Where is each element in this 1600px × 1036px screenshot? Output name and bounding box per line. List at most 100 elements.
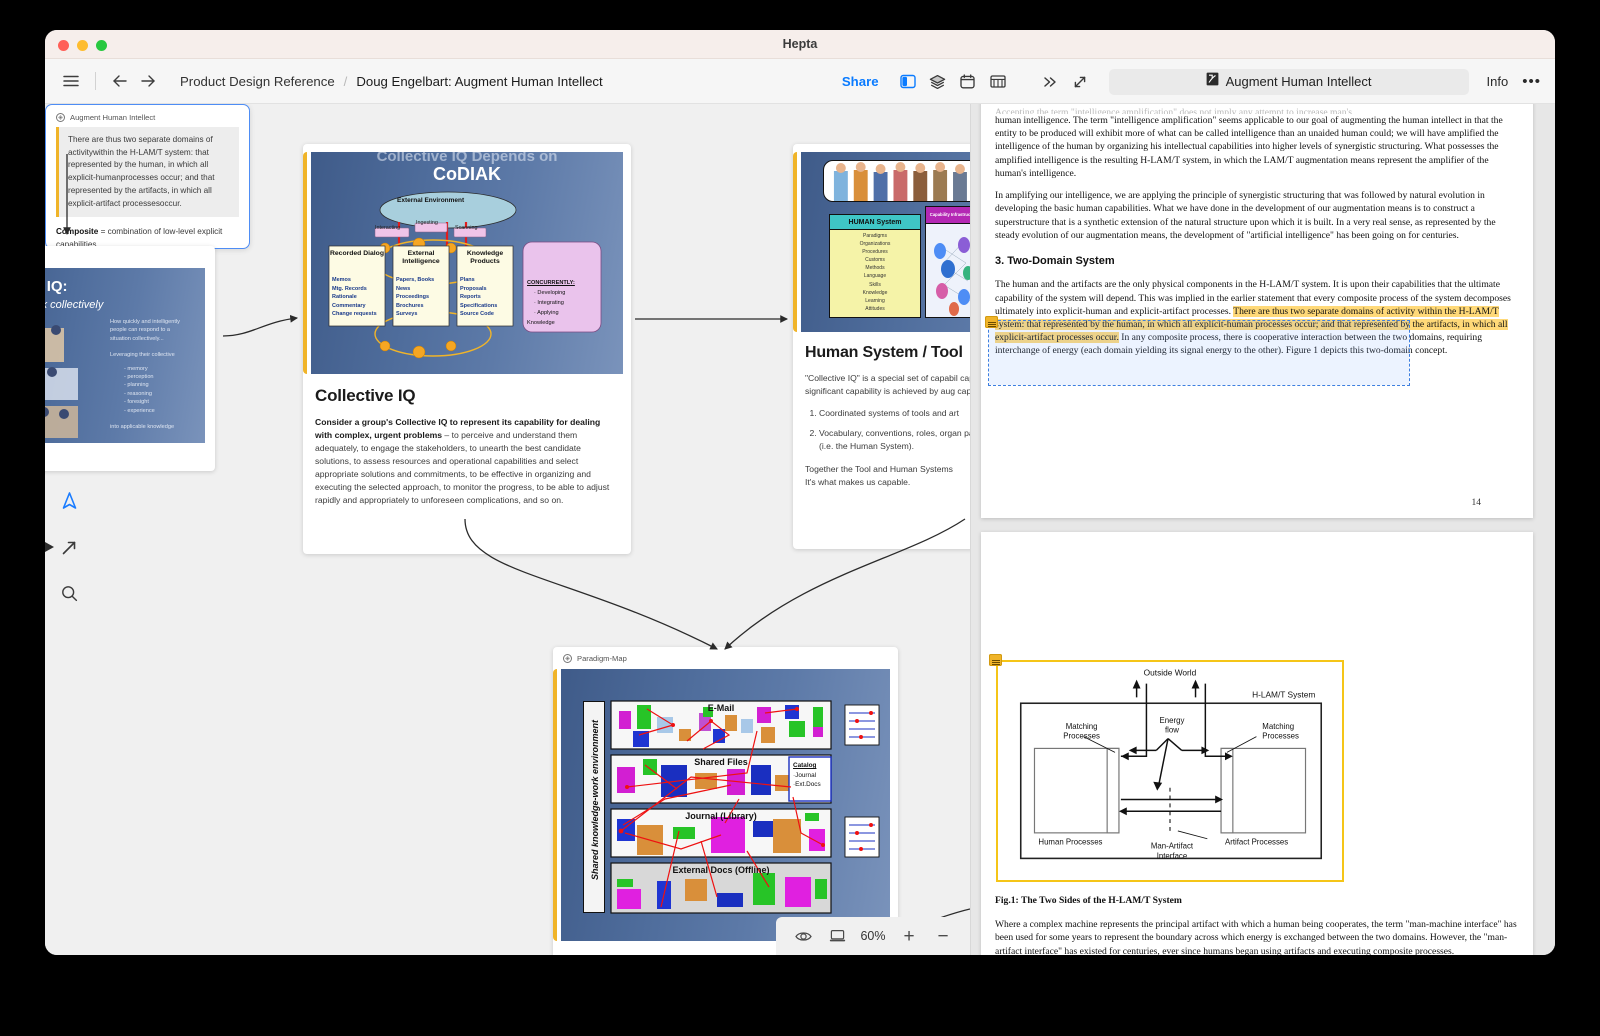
breadcrumb: Product Design Reference / Doug Engelbar… — [180, 74, 603, 89]
canvas-pane[interactable]: ective IQ: ople work collectively — [45, 104, 970, 955]
hepta-icon: ◈ — [56, 113, 65, 122]
svg-text:Matching: Matching — [1066, 722, 1098, 731]
breadcrumb-current[interactable]: Doug Engelbart: Augment Human Intellect — [356, 74, 602, 89]
codiak-col2-items: Papers, BooksNews ProceedingsBrochures S… — [396, 276, 434, 319]
codiak-col2-head: External Intelligence — [393, 250, 449, 266]
canvas-zoom-bar[interactable]: 60% + − — [776, 917, 970, 955]
library-icon[interactable] — [983, 69, 1013, 95]
slide-codiak: Collective IQ Depends on CoDIAK — [311, 152, 623, 374]
arrow-tool[interactable] — [57, 535, 81, 559]
sidebar-panel-icon[interactable] — [893, 69, 923, 95]
zoom-out-button[interactable]: − — [926, 921, 960, 951]
human-system-items: ParadigmsOrganizations ProceduresCustoms… — [829, 232, 921, 313]
svg-text:Artifact Processes: Artifact Processes — [1225, 838, 1288, 847]
pdf-heading: 3. Two-Domain System — [995, 254, 1519, 269]
capability-infrastructure-head: Capability Infrastructure — [925, 206, 970, 224]
fullscreen-icon[interactable] — [1065, 69, 1095, 95]
list-item: Coordinated systems of tools and art — [819, 407, 970, 420]
codiak-side-panel: CONCURRENTLY: · Developing · Integrating… — [527, 278, 575, 328]
more-options-button[interactable]: ••• — [1522, 73, 1541, 90]
share-button[interactable]: Share — [842, 74, 879, 89]
eye-icon[interactable] — [786, 921, 820, 951]
chevron-double-right-icon[interactable] — [1035, 69, 1065, 95]
codiak-flow-ingesting: Ingesting — [416, 220, 438, 226]
note-header: ◈ Augment Human Intellect — [46, 105, 249, 127]
figure-frame[interactable]: Outside World H-LAM/T System Energy flow… — [996, 660, 1344, 882]
svg-text:Processes: Processes — [1063, 732, 1100, 741]
zoom-in-button[interactable]: + — [892, 921, 926, 951]
canvas-tool-palette[interactable] — [57, 489, 81, 605]
annotation-flag-icon[interactable] — [985, 316, 998, 328]
slide-title: ective IQ: — [45, 278, 68, 295]
note-definition-term: Composite — [56, 227, 98, 236]
card-accent-bar — [303, 152, 307, 374]
hamburger-icon[interactable] — [57, 68, 85, 94]
note-quote: There are thus two separate domains of a… — [56, 127, 239, 217]
canvas-surface[interactable]: ective IQ: ople work collectively — [45, 104, 970, 955]
catalog-box: Catalog ·Journal ·Ext.Docs — [793, 761, 829, 790]
arrow-right-icon[interactable] — [134, 68, 162, 94]
card-accent-bar — [793, 152, 797, 332]
hepta-icon: ◈ — [563, 654, 572, 663]
slide-body: How quickly and intelligently people can… — [110, 318, 205, 431]
canvas-card-annotation-note[interactable]: ◈ Augment Human Intellect There are thus… — [45, 104, 250, 249]
pdf-icon — [1206, 72, 1219, 91]
card-accent-bar — [553, 669, 557, 941]
present-icon[interactable] — [820, 921, 854, 951]
canvas-card-human-tool-system[interactable]: HUMAN System ParadigmsOrganizations Proc… — [793, 144, 970, 549]
layers-icon[interactable] — [923, 69, 953, 95]
annotation-flag-icon[interactable] — [989, 654, 1002, 666]
zoom-level[interactable]: 60% — [854, 929, 892, 943]
arrow-left-icon[interactable] — [106, 68, 134, 94]
pdf-pane[interactable]: Accepting the term "intelligence amplifi… — [970, 104, 1555, 955]
band-label-journal: Journal (Library) — [611, 811, 831, 821]
human-tool-para2: Together the Tool and Human Systems — [805, 463, 970, 476]
svg-text:Energy: Energy — [1160, 716, 1185, 725]
card-title-collective-iq: Collective IQ — [315, 386, 415, 406]
card-body-rest: – to perceive and understand them adequa… — [315, 430, 609, 505]
human-tool-list: Coordinated systems of tools and art Voc… — [819, 407, 970, 453]
human-system-head: HUMAN System — [829, 214, 921, 230]
pdf-paragraph: In amplifying our intelligence, we are a… — [995, 189, 1519, 242]
card-body-collective-iq: Consider a group's Collective IQ to repr… — [315, 416, 619, 507]
svg-text:Man-Artifact: Man-Artifact — [1151, 842, 1194, 851]
svg-text:flow: flow — [1165, 726, 1179, 735]
pdf-page-number: 14 — [1472, 498, 1482, 508]
breadcrumb-separator: / — [344, 74, 348, 89]
band-label-email: E-Mail — [611, 703, 831, 713]
cursor-tool[interactable] — [57, 489, 81, 513]
human-tool-para1: "Collective IQ" is a special set of capa… — [805, 372, 970, 398]
canvas-card-paradigm-map[interactable]: ◈ Paradigm-Map Shared knowledge-work env… — [553, 647, 898, 955]
title-bar: Hepta — [45, 30, 1555, 59]
hlamt-figure: Outside World H-LAM/T System Energy flow… — [998, 662, 1342, 880]
capability-infrastructure-box — [925, 214, 970, 318]
breadcrumb-parent[interactable]: Product Design Reference — [180, 74, 335, 89]
canvas-card-collective-iq[interactable]: Collective IQ Depends on CoDIAK — [303, 144, 631, 554]
pdf-page-2[interactable]: Outside World H-LAM/T System Energy flow… — [981, 532, 1533, 955]
codiak-col3-head: Knowledge Products — [457, 250, 513, 266]
codiak-flow-interacting: Interacting — [375, 225, 400, 231]
codiak-cloud-label: External Environment — [397, 197, 464, 204]
slide-subtitle: ople work collectively — [45, 299, 103, 311]
svg-text:Outside World: Outside World — [1144, 668, 1197, 678]
codiak-flow-scanning: Scanning — [455, 225, 477, 231]
svg-text:Matching: Matching — [1262, 722, 1294, 731]
people-strip — [823, 160, 970, 202]
pdf-paragraph: Where a complex machine represents the p… — [995, 918, 1519, 955]
card-body-human-tool: "Collective IQ" is a special set of capa… — [805, 372, 970, 489]
card-title-human-tool: Human System / Tool — [805, 344, 963, 362]
toolbar-divider — [95, 72, 96, 90]
paradigm-header: ◈ Paradigm-Map — [553, 647, 898, 663]
window-title: Hepta — [45, 37, 1555, 51]
search-icon[interactable] — [57, 581, 81, 605]
app-window: Hepta Product Design Reference / Doug En… — [45, 30, 1555, 955]
info-button[interactable]: Info — [1487, 74, 1509, 89]
selection-outline — [989, 321, 1409, 385]
pdf-page-1[interactable]: Accepting the term "intelligence amplifi… — [981, 104, 1533, 518]
svg-text:Interface: Interface — [1157, 851, 1188, 860]
codiak-col1-head: Recorded Dialog — [329, 250, 385, 258]
note-header-label: Augment Human Intellect — [70, 113, 155, 122]
canvas-card-collective-iq-slide[interactable]: ective IQ: ople work collectively — [45, 246, 215, 471]
calendar-icon[interactable] — [953, 69, 983, 95]
document-chip[interactable]: Augment Human Intellect — [1109, 69, 1469, 95]
